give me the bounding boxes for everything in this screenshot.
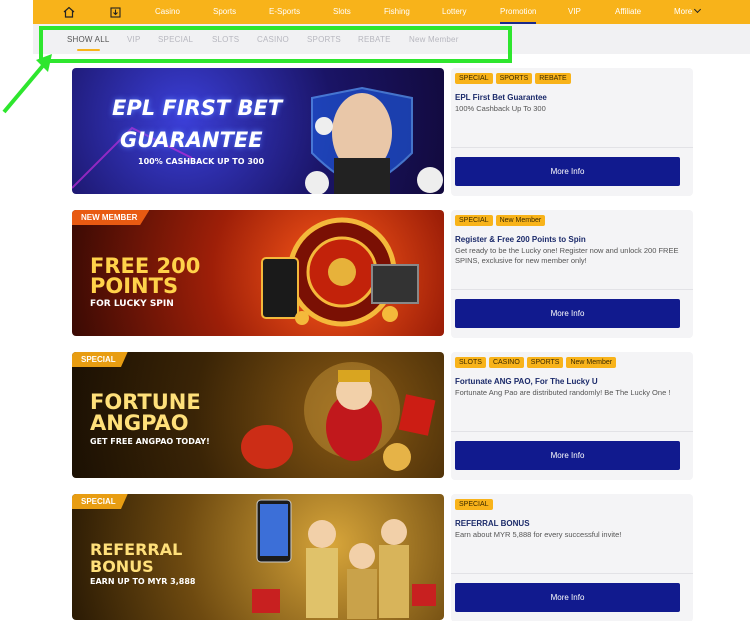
promo-info: SPECIAL REFERRAL BONUS Earn about MYR 5,… <box>451 494 693 621</box>
chevron-down-icon <box>694 5 702 14</box>
promo-card: NEW MEMBER FREE 200 POINTS FOR LUCKY SPI… <box>72 210 693 338</box>
more-info-button[interactable]: More Info <box>455 583 680 612</box>
tag: SPECIAL <box>455 73 493 84</box>
tag-list: SLOTS CASINO SPORTS New Member <box>455 357 617 368</box>
banner-ribbon: SPECIAL <box>72 352 128 367</box>
divider <box>451 147 693 148</box>
promo-card: SPECIAL FORTUNE ANGPAO GET FREE ANGPAO T… <box>72 352 693 480</box>
promo-banner[interactable]: SPECIAL REFERRAL BONUS EARN UP TO MYR 3,… <box>72 494 444 620</box>
tag: SPORTS <box>526 357 564 368</box>
promo-banner[interactable]: EPL FIRST BET GUARANTEE 100% CASHBACK UP… <box>72 68 444 194</box>
banner-ribbon: NEW MEMBER <box>72 210 150 225</box>
tag: SLOTS <box>455 357 486 368</box>
divider <box>451 289 693 290</box>
tag: CASINO <box>488 357 524 368</box>
banner-line2: POINTS <box>90 274 179 298</box>
nav-more[interactable]: More <box>674 5 702 16</box>
banner-line2: GUARANTEE <box>120 128 263 152</box>
top-nav: Casino Sports E-Sports Slots Fishing Lot… <box>33 0 750 24</box>
download-icon[interactable] <box>97 0 133 24</box>
promo-title: REFERRAL BONUS <box>455 519 530 528</box>
promo-card: EPL FIRST BET GUARANTEE 100% CASHBACK UP… <box>72 68 693 196</box>
tag-list: SPECIAL <box>455 499 493 510</box>
highlight-box <box>39 26 512 63</box>
more-info-button[interactable]: More Info <box>455 157 680 186</box>
home-icon[interactable] <box>51 0 87 24</box>
promo-description: Fortunate Ang Pao are distributed random… <box>455 388 671 397</box>
tag: New Member <box>566 357 617 368</box>
promo-info: SLOTS CASINO SPORTS New Member Fortunate… <box>451 352 693 480</box>
promo-title: Fortunate ANG PAO, For The Lucky U <box>455 377 598 386</box>
promo-description: 100% Cashback Up To 300 <box>455 104 546 113</box>
nav-slots[interactable]: Slots <box>333 7 351 16</box>
tag: New Member <box>495 215 546 226</box>
promo-banner[interactable]: SPECIAL FORTUNE ANGPAO GET FREE ANGPAO T… <box>72 352 444 478</box>
promo-title: Register & Free 200 Points to Spin <box>455 235 586 244</box>
tag: SPECIAL <box>455 499 493 510</box>
tag-list: SPECIAL SPORTS REBATE <box>455 73 571 84</box>
promo-info: SPECIAL New Member Register & Free 200 P… <box>451 210 693 338</box>
banner-line3: EARN UP TO MYR 3,888 <box>90 577 196 586</box>
banner-line2: ANGPAO <box>90 411 189 435</box>
banner-line3: 100% CASHBACK UP TO 300 <box>138 157 265 166</box>
banner-line2: BONUS <box>90 557 154 576</box>
promo-banner[interactable]: NEW MEMBER FREE 200 POINTS FOR LUCKY SPI… <box>72 210 444 336</box>
promo-description: Get ready to be the Lucky one! Register … <box>455 246 679 265</box>
nav-fishing[interactable]: Fishing <box>384 7 410 16</box>
more-info-button[interactable]: More Info <box>455 299 680 328</box>
banner-line3: FOR LUCKY SPIN <box>90 299 174 309</box>
nav-esports[interactable]: E-Sports <box>269 7 300 16</box>
tag-list: SPECIAL New Member <box>455 215 546 226</box>
more-info-button[interactable]: More Info <box>455 441 680 470</box>
promo-description: Earn about MYR 5,888 for every successfu… <box>455 530 622 539</box>
promo-card: SPECIAL REFERRAL BONUS EARN UP TO MYR 3,… <box>72 494 693 621</box>
nav-promotion[interactable]: Promotion <box>500 7 537 24</box>
tag: SPECIAL <box>455 215 493 226</box>
tag: REBATE <box>535 73 571 84</box>
nav-lottery[interactable]: Lottery <box>442 7 466 16</box>
promo-info: SPECIAL SPORTS REBATE EPL First Bet Guar… <box>451 68 693 196</box>
banner-ribbon: SPECIAL <box>72 494 128 509</box>
nav-sports[interactable]: Sports <box>213 7 236 16</box>
nav-affiliate[interactable]: Affiliate <box>615 7 641 16</box>
divider <box>451 431 693 432</box>
divider <box>451 573 693 574</box>
tag: SPORTS <box>495 73 533 84</box>
nav-more-label: More <box>674 7 693 16</box>
banner-line1: EPL FIRST BET <box>112 96 283 120</box>
annotation-arrow <box>2 54 52 114</box>
banner-line3: GET FREE ANGPAO TODAY! <box>90 437 210 446</box>
nav-casino[interactable]: Casino <box>155 7 180 16</box>
promo-title: EPL First Bet Guarantee <box>455 93 547 102</box>
nav-vip[interactable]: VIP <box>568 7 581 16</box>
